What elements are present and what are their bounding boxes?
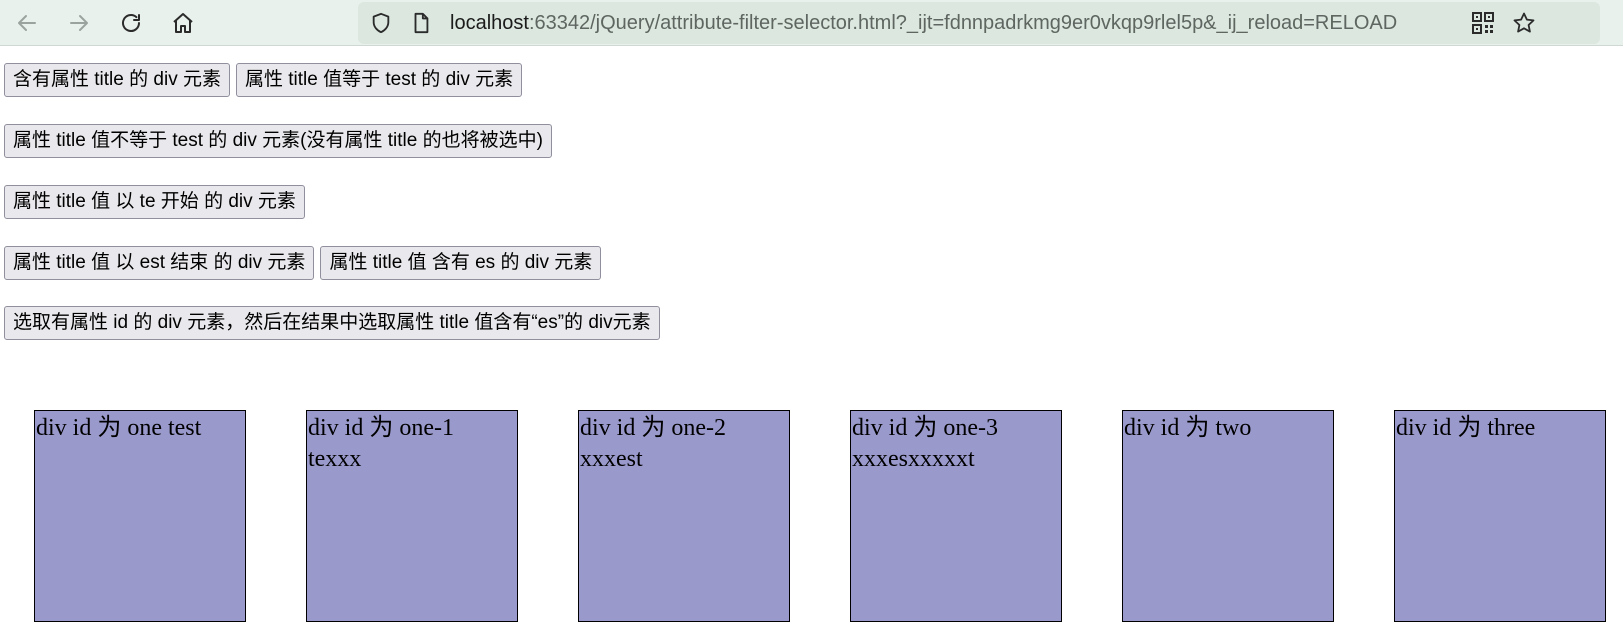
div-box-one-2: div id 为 one-2 xxxest bbox=[578, 410, 790, 622]
title-starts-with-te-button[interactable]: 属性 title 值 以 te 开始 的 div 元素 bbox=[4, 185, 305, 219]
div-box-one-3: div id 为 one-3 xxxesxxxxxt bbox=[850, 410, 1062, 622]
box-line-2: xxxesxxxxxt bbox=[852, 446, 975, 472]
back-button[interactable] bbox=[9, 5, 45, 41]
box-line-2: xxxest bbox=[580, 446, 643, 472]
url-host: localhost bbox=[450, 12, 529, 34]
button-row-4: 属性 title 值 以 est 结束 的 div 元素 属性 title 值 … bbox=[4, 246, 602, 280]
button-row-1: 含有属性 title 的 div 元素 属性 title 值等于 test 的 … bbox=[4, 63, 523, 97]
qr-code-icon[interactable] bbox=[1470, 10, 1496, 36]
div-box-two: div id 为 two bbox=[1122, 410, 1334, 622]
box-line-1: div id 为 one-2 bbox=[580, 415, 726, 441]
forward-button[interactable] bbox=[61, 5, 97, 41]
title-ends-with-est-button[interactable]: 属性 title 值 以 est 结束 的 div 元素 bbox=[4, 246, 315, 280]
button-row-5: 选取有属性 id 的 div 元素，然后在结果中选取属性 title 值含有“e… bbox=[4, 306, 660, 340]
box-line-1: div id 为 three bbox=[1396, 415, 1536, 441]
reload-button[interactable] bbox=[113, 5, 149, 41]
box-line-1: div id 为 one-1 bbox=[308, 415, 454, 441]
button-row-3: 属性 title 值 以 te 开始 的 div 元素 bbox=[4, 185, 305, 219]
page-icon[interactable] bbox=[408, 10, 434, 36]
box-line-1: div id 为 one-3 bbox=[852, 415, 998, 441]
div-box-one-1: div id 为 one-1 texxx bbox=[306, 410, 518, 622]
title-equals-test-button[interactable]: 属性 title 值等于 test 的 div 元素 bbox=[235, 63, 523, 97]
reload-icon bbox=[122, 14, 140, 32]
box-line-1: div id 为 one test bbox=[36, 415, 202, 441]
id-and-title-contains-es-button[interactable]: 选取有属性 id 的 div 元素，然后在结果中选取属性 title 值含有“e… bbox=[4, 306, 660, 340]
shield-icon[interactable] bbox=[368, 10, 394, 36]
url-text[interactable]: localhost:63342/jQuery/attribute-filter-… bbox=[450, 2, 1510, 44]
box-line-2: texxx bbox=[308, 446, 362, 472]
browser-toolbar: localhost:63342/jQuery/attribute-filter-… bbox=[0, 0, 1623, 46]
has-title-button[interactable]: 含有属性 title 的 div 元素 bbox=[4, 63, 230, 97]
div-box-one: div id 为 one test bbox=[34, 410, 246, 622]
bookmark-star-icon[interactable] bbox=[1511, 10, 1537, 36]
arrow-right-icon bbox=[70, 15, 88, 31]
url-path: :63342/jQuery/attribute-filter-selector.… bbox=[528, 12, 1398, 34]
title-not-equals-test-button[interactable]: 属性 title 值不等于 test 的 div 元素(没有属性 title 的… bbox=[4, 124, 552, 158]
box-line-1: div id 为 two bbox=[1124, 415, 1252, 441]
div-box-three: div id 为 three bbox=[1394, 410, 1606, 622]
page-content: 含有属性 title 的 div 元素 属性 title 值等于 test 的 … bbox=[0, 46, 1623, 638]
button-row-2: 属性 title 值不等于 test 的 div 元素(没有属性 title 的… bbox=[4, 124, 552, 158]
arrow-left-icon bbox=[18, 15, 36, 31]
title-contains-es-button[interactable]: 属性 title 值 含有 es 的 div 元素 bbox=[320, 246, 602, 280]
url-bar[interactable]: localhost:63342/jQuery/attribute-filter-… bbox=[358, 2, 1600, 44]
home-icon bbox=[173, 13, 193, 33]
home-button[interactable] bbox=[165, 5, 201, 41]
